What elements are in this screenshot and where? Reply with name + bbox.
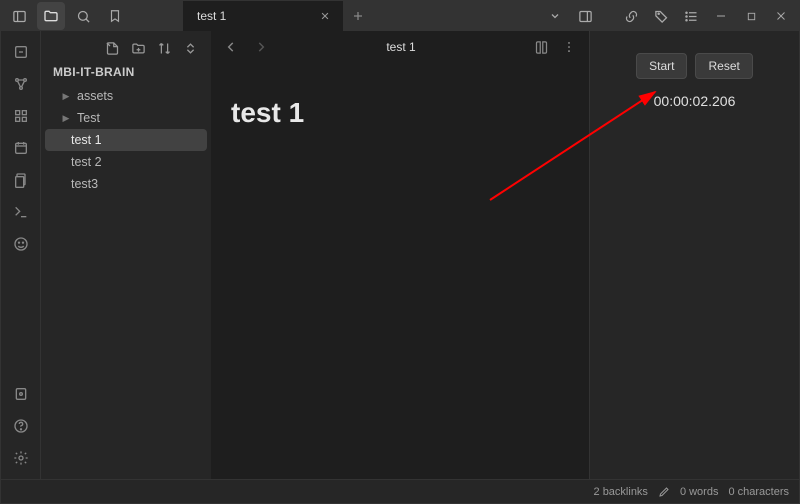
panel-left-icon[interactable] <box>5 2 33 30</box>
file-item[interactable]: test3 <box>45 173 207 195</box>
vault-name[interactable]: MBI-IT-BRAIN <box>41 63 211 85</box>
command-icon[interactable] <box>6 197 36 227</box>
editor-header: test 1 <box>211 31 589 63</box>
folder-item[interactable]: ▶assets <box>45 85 207 107</box>
sort-icon[interactable] <box>153 37 175 59</box>
emoji-icon[interactable] <box>6 229 36 259</box>
note-body[interactable]: test 1 <box>211 63 589 163</box>
tag-icon[interactable] <box>647 2 675 30</box>
tab-title: test 1 <box>197 9 226 23</box>
help-icon[interactable] <box>6 411 36 441</box>
start-button[interactable]: Start <box>636 53 687 79</box>
file-tree: ▶assets ▶Test test 1 test 2 test3 <box>41 85 211 195</box>
folder-item[interactable]: ▶Test <box>45 107 207 129</box>
templates-icon[interactable] <box>6 165 36 195</box>
reset-button[interactable]: Reset <box>695 53 752 79</box>
explorer-sidebar: MBI-IT-BRAIN ▶assets ▶Test test 1 test 2… <box>41 31 211 479</box>
close-icon[interactable] <box>317 8 333 24</box>
chevron-down-icon[interactable] <box>541 2 569 30</box>
backlinks-count[interactable]: 2 backlinks <box>594 486 648 498</box>
bookmark-icon[interactable] <box>101 2 129 30</box>
vault-icon[interactable] <box>6 379 36 409</box>
minimize-icon[interactable] <box>707 2 735 30</box>
new-note-icon[interactable] <box>101 37 123 59</box>
word-count[interactable]: 0 words <box>680 486 719 498</box>
maximize-icon[interactable] <box>737 2 765 30</box>
outline-icon[interactable] <box>677 2 705 30</box>
link-icon[interactable] <box>617 2 645 30</box>
canvas-icon[interactable] <box>6 101 36 131</box>
tab-active[interactable]: test 1 <box>183 1 343 31</box>
nav-forward-icon[interactable] <box>249 35 273 59</box>
more-icon[interactable] <box>557 35 581 59</box>
panel-right-icon[interactable] <box>571 2 599 30</box>
char-count[interactable]: 0 characters <box>728 486 789 498</box>
window-close-icon[interactable] <box>767 2 795 30</box>
reading-mode-icon[interactable] <box>529 35 553 59</box>
status-bar: 2 backlinks 0 words 0 characters <box>1 479 799 503</box>
settings-icon[interactable] <box>6 443 36 473</box>
breadcrumb[interactable]: test 1 <box>277 40 525 54</box>
right-pane: Start Reset 00:00:02.206 <box>589 31 799 479</box>
titlebar: test 1 <box>1 1 799 31</box>
note-title[interactable]: test 1 <box>231 97 569 129</box>
search-icon[interactable] <box>69 2 97 30</box>
file-item[interactable]: test 2 <box>45 151 207 173</box>
timer-display: 00:00:02.206 <box>654 93 736 109</box>
quick-switcher-icon[interactable] <box>6 37 36 67</box>
activity-bar <box>1 31 41 479</box>
nav-back-icon[interactable] <box>219 35 243 59</box>
editor: test 1 test 1 <box>211 31 589 479</box>
new-tab-button[interactable] <box>343 1 373 31</box>
folder-icon[interactable] <box>37 2 65 30</box>
file-item-selected[interactable]: test 1 <box>45 129 207 151</box>
tabbar: test 1 <box>183 1 373 31</box>
graph-icon[interactable] <box>6 69 36 99</box>
daily-note-icon[interactable] <box>6 133 36 163</box>
main: MBI-IT-BRAIN ▶assets ▶Test test 1 test 2… <box>1 31 799 479</box>
pencil-icon[interactable] <box>658 486 670 498</box>
collapse-icon[interactable] <box>179 37 201 59</box>
new-folder-icon[interactable] <box>127 37 149 59</box>
chevron-right-icon: ▶ <box>61 91 71 102</box>
chevron-right-icon: ▶ <box>61 113 71 124</box>
